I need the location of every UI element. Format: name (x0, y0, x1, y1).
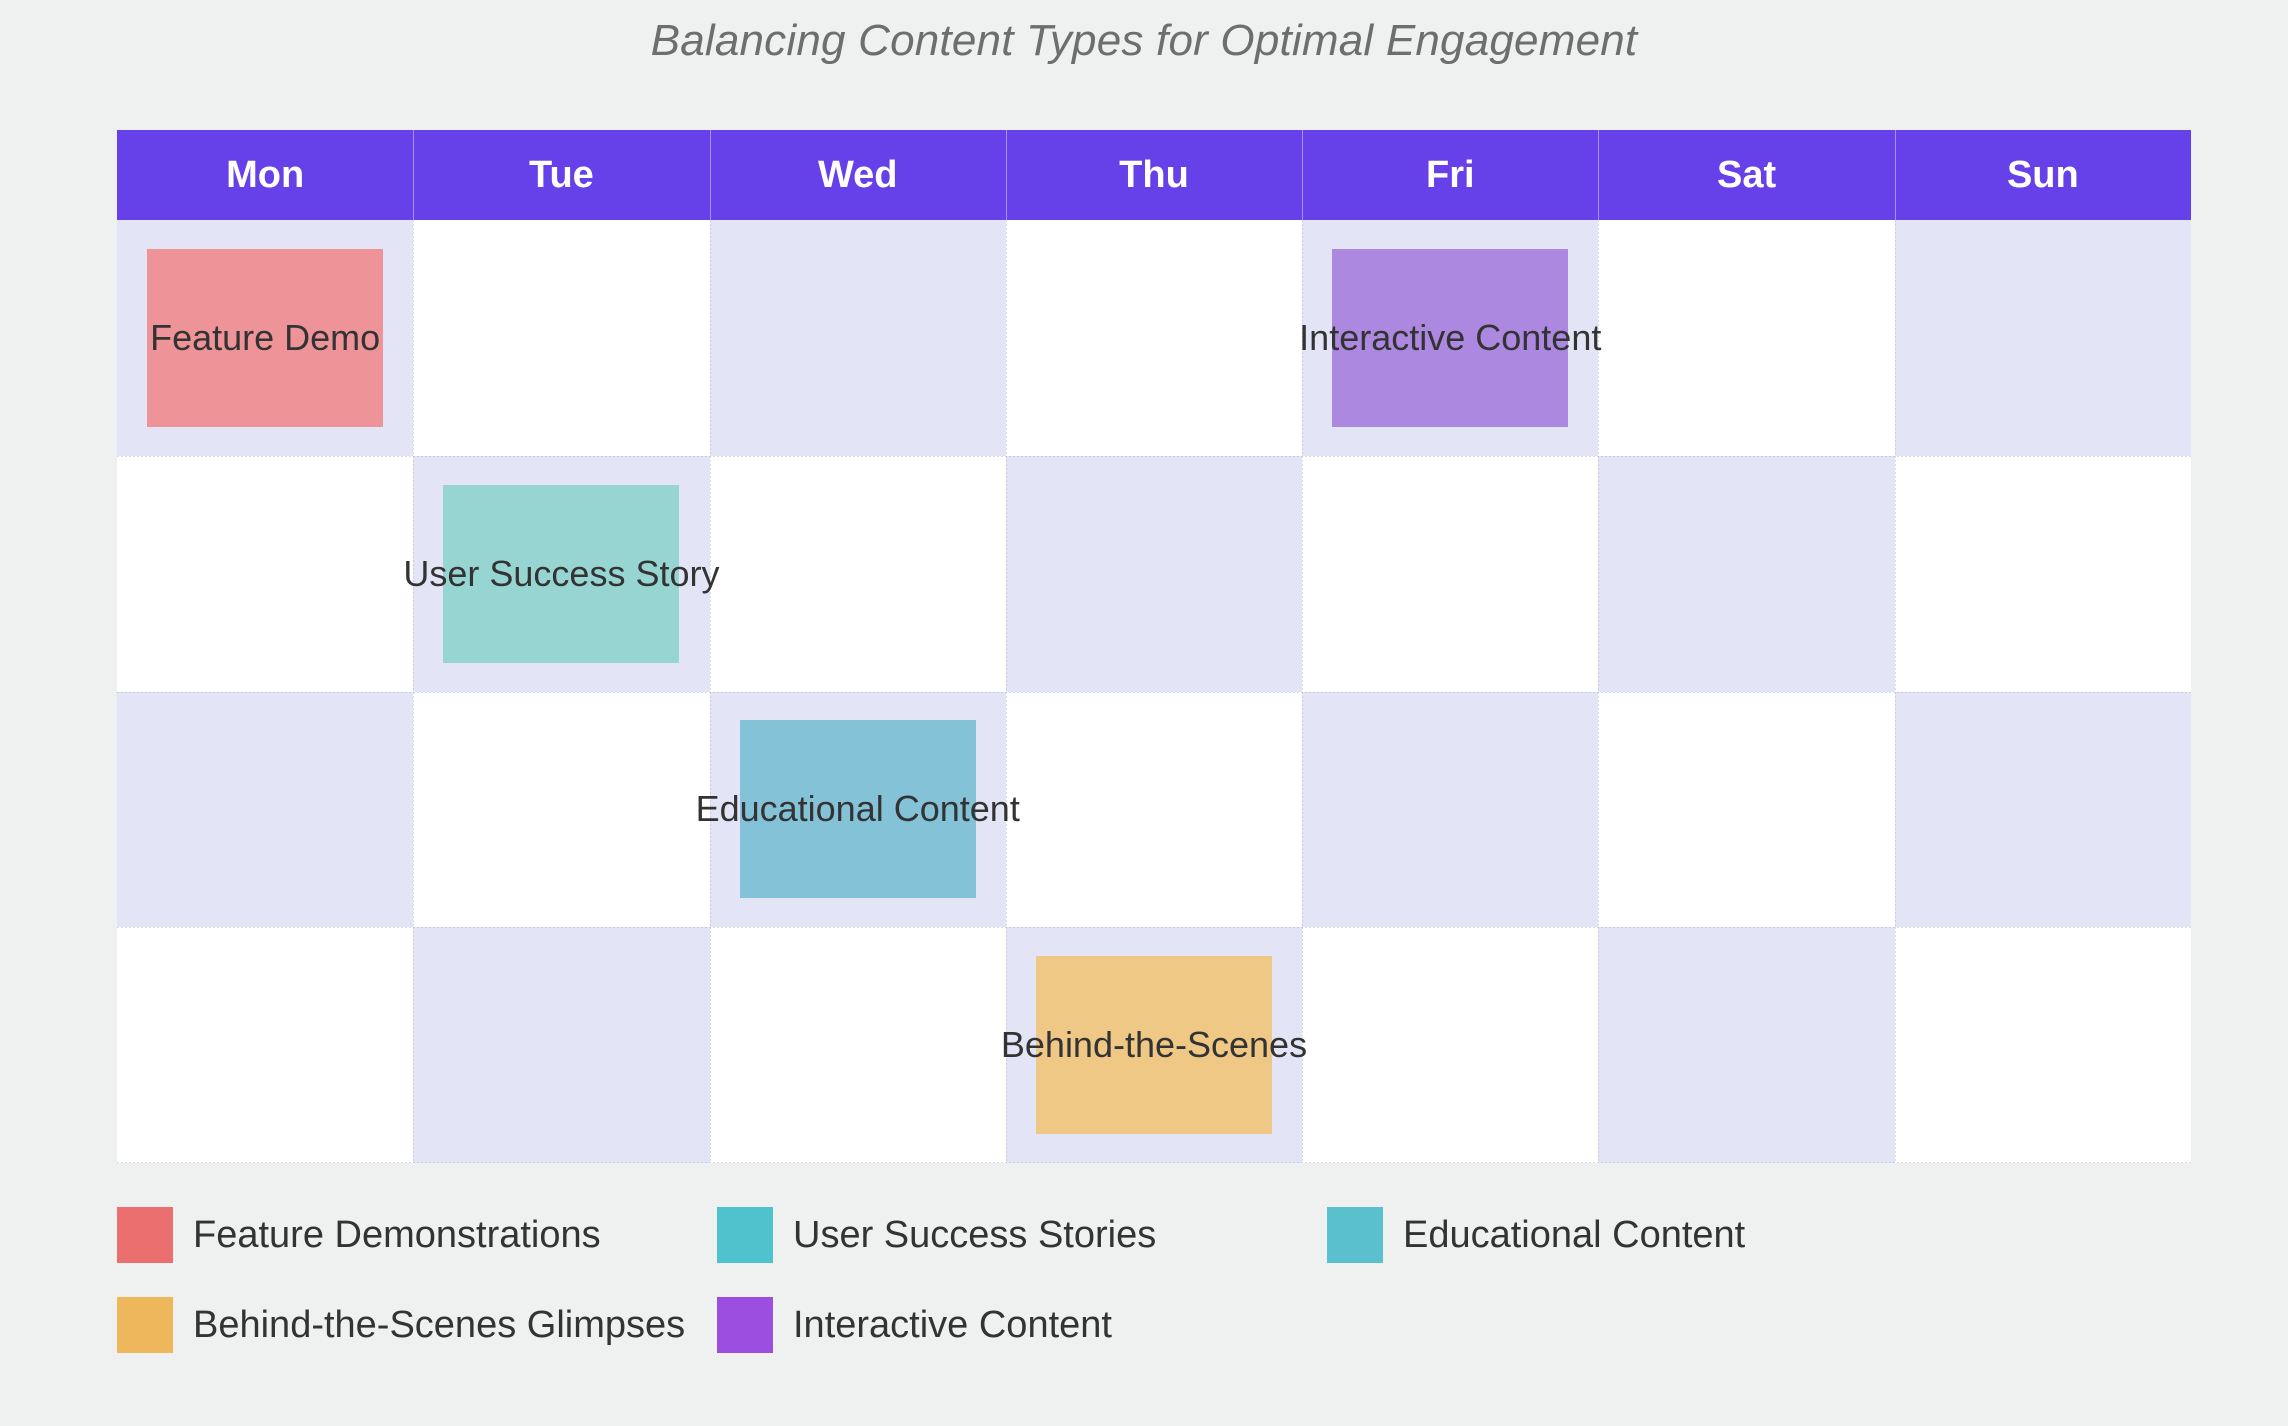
legend-label: User Success Stories (793, 1213, 1157, 1256)
day-header-label: Wed (817, 153, 898, 196)
day-header-label: Thu (1119, 153, 1189, 196)
day-header-wed[interactable]: Wed (709, 130, 1006, 220)
legend-item[interactable]: Interactive Content (717, 1297, 1327, 1353)
legend-label: Interactive Content (793, 1303, 1112, 1346)
content-calendar-chart: Balancing Content Types for Optimal Enga… (0, 0, 2288, 1426)
calendar-grid: Mon Tue Wed Thu Fri Sat Sun Feature Demo Intera… (117, 130, 2191, 1163)
legend-swatch-icon (717, 1297, 773, 1353)
calendar-cell-mon-r3[interactable] (117, 691, 414, 928)
calendar-cell-wed-r3[interactable]: Educational Content (696, 691, 1020, 928)
calendar-cell-sat-r2[interactable] (1598, 455, 1895, 692)
day-header-thu[interactable]: Thu (1005, 130, 1302, 220)
legend-swatch-icon (117, 1297, 173, 1353)
calendar-cell-thu-r3[interactable] (1005, 691, 1303, 928)
calendar-header-row: Mon Tue Wed Thu Fri Sat Sun (117, 130, 2191, 220)
calendar-cell-thu-r1[interactable] (1005, 220, 1303, 456)
legend-swatch-icon (717, 1207, 773, 1263)
day-header-fri[interactable]: Fri (1302, 130, 1598, 220)
day-header-label: Sun (2006, 153, 2079, 196)
calendar-cell-mon-r2[interactable] (117, 455, 414, 692)
calendar-cell-sun-r1[interactable] (1894, 220, 2191, 456)
day-header-label: Tue (529, 153, 594, 196)
event-block[interactable] (1035, 956, 1272, 1135)
day-header-sat[interactable]: Sat (1598, 130, 1894, 220)
calendar-week-row: Behind-the-Scenes (117, 927, 2191, 1163)
calendar-cell-tue-r4[interactable] (413, 927, 710, 1163)
calendar-cell-tue-r1[interactable] (413, 220, 710, 456)
day-header-label: Mon (226, 153, 305, 196)
calendar-cell-thu-r2[interactable] (1005, 455, 1303, 692)
day-header-label: Sat (1716, 153, 1777, 196)
legend-label: Behind-the-Scenes Glimpses (193, 1303, 686, 1346)
calendar-cell-tue-r3[interactable] (413, 691, 710, 928)
calendar-cell-sat-r1[interactable] (1598, 220, 1895, 456)
calendar-week-row: Feature Demo Interactive Content (117, 220, 2191, 456)
legend-swatch-icon (117, 1207, 173, 1263)
legend-item[interactable]: Feature Demonstrations (117, 1207, 717, 1263)
calendar-body: Feature Demo Interactive Content User Succ… (117, 220, 2191, 1163)
event-block[interactable] (443, 484, 680, 663)
legend-swatch-icon (1327, 1207, 1383, 1263)
legend: Feature Demonstrations User Success Stori… (117, 1190, 2217, 1370)
calendar-cell-wed-r2[interactable] (709, 455, 1006, 692)
day-header-sun[interactable]: Sun (1894, 130, 2191, 220)
calendar-cell-mon-r4[interactable] (117, 927, 414, 1163)
calendar-cell-sat-r4[interactable] (1598, 927, 1895, 1163)
legend-row: Feature Demonstrations User Success Stori… (117, 1190, 2217, 1280)
day-header-label: Fri (1425, 153, 1475, 196)
calendar-cell-wed-r4[interactable] (709, 927, 1006, 1163)
event-block[interactable] (739, 720, 976, 899)
legend-item[interactable]: Educational Content (1327, 1207, 1947, 1263)
page-title: Balancing Content Types for Optimal Enga… (650, 16, 1638, 65)
day-header-tue[interactable]: Tue (413, 130, 709, 220)
calendar-cell-fri-r3[interactable] (1302, 691, 1599, 928)
calendar-cell-fri-r2[interactable] (1302, 455, 1599, 692)
calendar-cell-wed-r1[interactable] (709, 220, 1006, 456)
legend-label: Feature Demonstrations (193, 1213, 601, 1256)
calendar-cell-sat-r3[interactable] (1598, 691, 1895, 928)
calendar-cell-sun-r3[interactable] (1894, 691, 2191, 928)
event-block[interactable] (147, 248, 384, 427)
legend-item[interactable]: Behind-the-Scenes Glimpses (117, 1297, 717, 1353)
calendar-cell-fri-r4[interactable] (1302, 927, 1599, 1163)
legend-label: Educational Content (1403, 1213, 1746, 1256)
day-header-mon[interactable]: Mon (117, 130, 413, 220)
event-block[interactable] (1332, 248, 1569, 427)
calendar-cell-sun-r4[interactable] (1894, 927, 2191, 1163)
calendar-week-row: Educational Content (117, 691, 2191, 928)
calendar-cell-mon-r1[interactable]: Feature Demo (117, 220, 414, 456)
legend-row: Behind-the-Scenes Glimpses Interactive Co… (117, 1280, 2217, 1370)
calendar-cell-fri-r1[interactable]: Interactive Content (1299, 220, 1601, 456)
calendar-cell-sun-r2[interactable] (1894, 455, 2191, 692)
calendar-cell-tue-r2[interactable]: User Success Story (403, 455, 719, 692)
calendar-cell-thu-r4[interactable]: Behind-the-Scenes (1001, 927, 1307, 1163)
calendar-week-row: User Success Story (117, 455, 2191, 692)
legend-item[interactable]: User Success Stories (717, 1207, 1327, 1263)
